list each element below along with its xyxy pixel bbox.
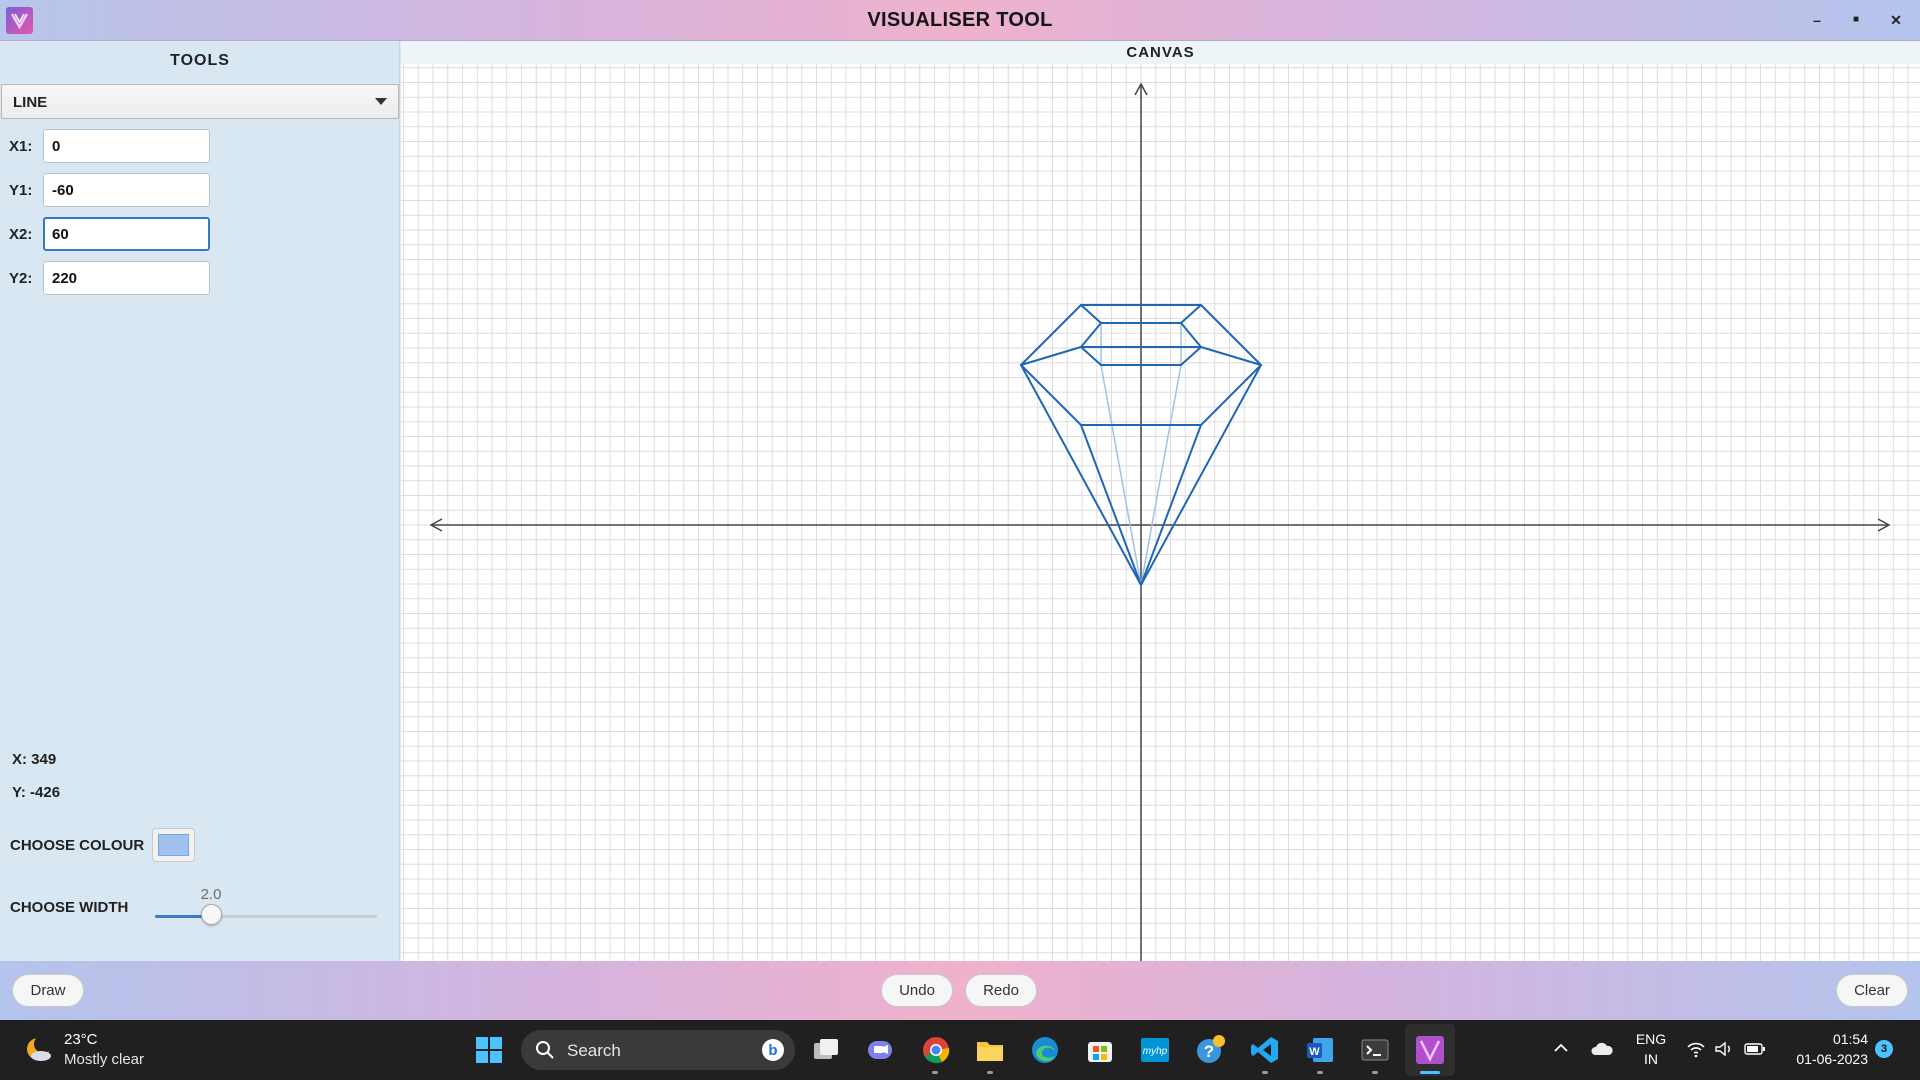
visualiser-running-indicator: [1420, 1071, 1440, 1074]
diamond-edge-line: [1080, 304, 1102, 324]
tools-heading: TOOLS: [170, 52, 230, 69]
svg-text:W: W: [1309, 1046, 1320, 1058]
explorer-running-indicator: [987, 1071, 993, 1074]
colour-swatch: [158, 834, 189, 856]
edge-icon[interactable]: [1029, 1034, 1061, 1066]
svg-text:b: b: [768, 1042, 777, 1059]
title-bar: VISUALISER TOOL – ■ ✕: [0, 0, 1920, 41]
cursor-x-readout: X: 349: [12, 751, 57, 768]
battery-icon[interactable]: [1744, 1041, 1766, 1057]
store-icon[interactable]: [1084, 1034, 1116, 1066]
maximize-icon[interactable]: ■: [1842, 8, 1870, 32]
x1-label: X1:: [9, 138, 33, 155]
weather-temperature: 23°C: [64, 1031, 98, 1048]
y2-input[interactable]: [43, 261, 210, 295]
terminal-icon[interactable]: [1359, 1034, 1391, 1066]
search-label: Search: [567, 1041, 621, 1060]
drawing-canvas[interactable]: [401, 64, 1920, 961]
get-help-icon[interactable]: ?: [1194, 1034, 1226, 1066]
undo-button[interactable]: Undo: [881, 974, 953, 1007]
weather-description: Mostly clear: [64, 1051, 145, 1068]
chevron-up-icon[interactable]: [1553, 1042, 1569, 1054]
redo-button[interactable]: Redo: [965, 974, 1037, 1007]
notification-badge[interactable]: 3: [1875, 1040, 1893, 1058]
diamond-facet-line: [1100, 364, 1142, 586]
tool-select-value: LINE: [13, 94, 48, 111]
diamond-edge-line: [1080, 322, 1102, 348]
diamond-edge-line: [1020, 364, 1142, 586]
bing-icon[interactable]: b: [761, 1038, 785, 1062]
action-bar: Draw Undo Redo Clear: [0, 961, 1920, 1020]
language-indicator-bottom[interactable]: IN: [1628, 1051, 1674, 1067]
windows-start-icon[interactable]: [473, 1034, 505, 1066]
vscode-icon[interactable]: [1249, 1034, 1281, 1066]
width-slider-track[interactable]: [155, 915, 377, 918]
myhp-icon[interactable]: myhp: [1139, 1034, 1171, 1066]
choose-width-label: CHOOSE WIDTH: [10, 899, 129, 916]
y1-input[interactable]: [43, 173, 210, 207]
diamond-facet-line: [1140, 364, 1182, 586]
teams-chat-icon[interactable]: [864, 1034, 896, 1066]
onedrive-cloud-icon[interactable]: [1590, 1041, 1614, 1057]
vscode-running-indicator: [1262, 1071, 1268, 1074]
volume-icon[interactable]: [1714, 1040, 1734, 1058]
svg-text:myhp: myhp: [1143, 1046, 1168, 1057]
choose-colour-label: CHOOSE COLOUR: [10, 837, 145, 854]
x2-label: X2:: [9, 226, 33, 243]
task-view-icon[interactable]: [810, 1034, 842, 1066]
draw-button[interactable]: Draw: [12, 974, 84, 1007]
search-icon: [536, 1041, 554, 1059]
wifi-icon[interactable]: [1686, 1040, 1706, 1058]
word-icon[interactable]: W: [1304, 1034, 1336, 1066]
canvas-header: CANVAS: [401, 41, 1920, 64]
word-running-indicator: [1317, 1071, 1323, 1074]
chrome-running-indicator: [932, 1071, 938, 1074]
width-slider-thumb[interactable]: [200, 904, 222, 925]
window-title: VISUALISER TOOL: [867, 9, 1053, 31]
clock-date[interactable]: 01-06-2023: [1778, 1051, 1868, 1067]
x1-input[interactable]: [43, 129, 210, 163]
windows-taskbar: 23°C Mostly clear Search b myhp ? W ENG …: [0, 1020, 1920, 1080]
weather-moon-icon[interactable]: [24, 1034, 54, 1064]
chevron-down-icon: [375, 98, 387, 105]
canvas-area[interactable]: CANVAS: [401, 41, 1920, 961]
terminal-running-indicator: [1372, 1071, 1378, 1074]
clear-button[interactable]: Clear: [1836, 974, 1908, 1007]
diamond-edge-line: [1020, 364, 1082, 426]
y2-label: Y2:: [9, 270, 33, 287]
chrome-icon[interactable]: [920, 1034, 952, 1066]
tool-select-dropdown[interactable]: LINE: [1, 84, 399, 119]
canvas-title: CANVAS: [1126, 44, 1195, 61]
y1-label: Y1:: [9, 182, 33, 199]
language-indicator-top[interactable]: ENG: [1628, 1031, 1674, 1047]
visualiser-app-icon[interactable]: [1414, 1034, 1446, 1066]
clock-time[interactable]: 01:54: [1778, 1031, 1868, 1047]
width-value: 2.0: [200, 886, 222, 903]
diamond-edge-line: [1180, 304, 1202, 324]
close-icon[interactable]: ✕: [1882, 8, 1910, 32]
diamond-edge-line: [1140, 364, 1262, 586]
file-explorer-icon[interactable]: [974, 1034, 1006, 1066]
diamond-edge-line: [1180, 322, 1202, 348]
taskbar-search-box[interactable]: Search b: [521, 1030, 795, 1070]
svg-text:?: ?: [1204, 1042, 1214, 1061]
x2-input[interactable]: [43, 217, 210, 251]
cursor-y-readout: Y: -426: [12, 784, 61, 801]
diamond-edge-line: [1200, 364, 1262, 426]
minimize-icon[interactable]: –: [1803, 8, 1831, 32]
colour-picker-button[interactable]: [152, 828, 195, 862]
canvas-grid: [401, 64, 1920, 961]
tools-sidebar: TOOLS LINE X1: Y1: X2: Y2: X: 349 Y: -42…: [0, 41, 400, 961]
